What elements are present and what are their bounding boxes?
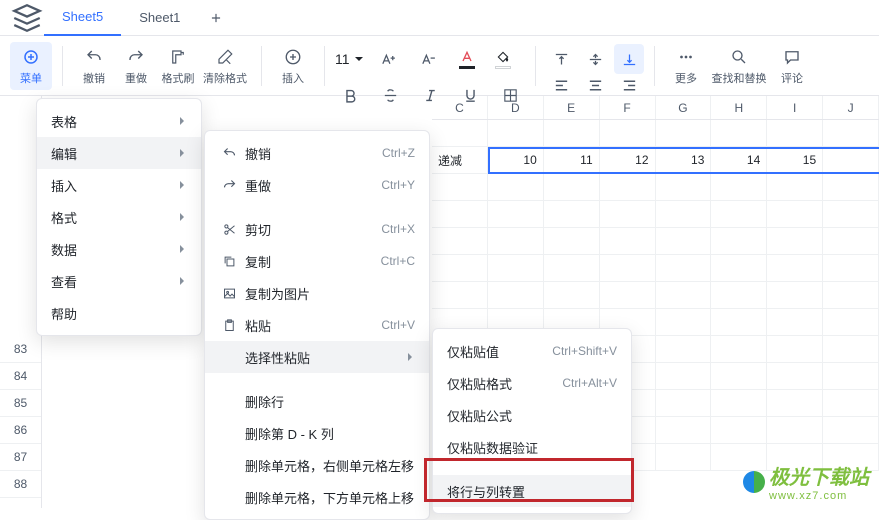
menu-item-format[interactable]: 格式 xyxy=(37,201,201,233)
cell[interactable]: 10 xyxy=(488,147,544,174)
column-headers: C D E F G H I J xyxy=(432,96,879,120)
submenu-cut[interactable]: 剪切Ctrl+X xyxy=(205,213,429,245)
undo-button[interactable]: 撤销 xyxy=(73,42,115,90)
row-header[interactable]: 84 xyxy=(0,363,41,390)
scissors-icon xyxy=(219,222,239,237)
submenu-delete-row[interactable]: 删除行 xyxy=(205,385,429,417)
undo-icon xyxy=(85,46,103,68)
eraser-icon xyxy=(216,46,234,68)
menu-item-view[interactable]: 查看 xyxy=(37,265,201,297)
row-header[interactable]: 85 xyxy=(0,390,41,417)
edit-submenu: 撤销Ctrl+Z 重做Ctrl+Y 剪切Ctrl+X 复制Ctrl+C 复制为图… xyxy=(204,130,430,520)
paste-values[interactable]: 仅粘贴值Ctrl+Shift+V xyxy=(433,335,631,367)
chevron-right-icon xyxy=(177,180,187,190)
comment-button[interactable]: 评论 xyxy=(771,42,813,90)
font-size[interactable]: 11 xyxy=(335,51,364,67)
sheet-tabs: Sheet5 Sheet1 xyxy=(0,0,879,36)
cell[interactable]: 递减 xyxy=(432,147,488,174)
col-header[interactable]: J xyxy=(823,96,879,119)
chevron-right-icon xyxy=(177,116,187,126)
submenu-paste-special[interactable]: 选择性粘贴 xyxy=(205,341,429,373)
submenu-copy[interactable]: 复制Ctrl+C xyxy=(205,245,429,277)
submenu-delete-shift-left[interactable]: 删除单元格，右侧单元格左移 xyxy=(205,449,429,481)
submenu-delete-cols[interactable]: 删除第 D - K 列 xyxy=(205,417,429,449)
align-grid xyxy=(546,44,644,94)
menu-icon xyxy=(22,46,40,68)
col-header[interactable]: C xyxy=(432,96,488,119)
font-size-decrease[interactable] xyxy=(414,44,444,74)
redo-button[interactable]: 重做 xyxy=(115,42,157,90)
chevron-down-icon xyxy=(354,54,364,64)
col-header[interactable]: G xyxy=(656,96,712,119)
col-header[interactable]: H xyxy=(711,96,767,119)
chevron-right-icon xyxy=(177,148,187,158)
cell[interactable]: 13 xyxy=(656,147,712,174)
cell[interactable]: 15 xyxy=(767,147,823,174)
plus-circle-icon xyxy=(284,46,302,68)
tab-sheet5[interactable]: Sheet5 xyxy=(44,0,121,36)
font-size-increase[interactable] xyxy=(374,44,404,74)
row-header[interactable]: 83 xyxy=(0,336,41,363)
row-header[interactable]: 88 xyxy=(0,471,41,498)
col-header[interactable]: D xyxy=(488,96,544,119)
text-color-button[interactable] xyxy=(454,49,480,69)
clear-format-button[interactable]: 清除格式 xyxy=(199,42,251,90)
paste-special-submenu: 仅粘贴值Ctrl+Shift+V 仅粘贴格式Ctrl+Alt+V 仅粘贴公式 仅… xyxy=(432,328,632,514)
logo-icon xyxy=(743,471,765,493)
brush-icon xyxy=(169,46,187,68)
row-header[interactable]: 87 xyxy=(0,444,41,471)
menu-item-data[interactable]: 数据 xyxy=(37,233,201,265)
col-header[interactable]: I xyxy=(767,96,823,119)
chevron-right-icon xyxy=(177,244,187,254)
paste-transpose[interactable]: 将行与列转置 xyxy=(433,475,631,507)
submenu-paste[interactable]: 粘贴Ctrl+V xyxy=(205,309,429,341)
menu-button[interactable]: 菜单 xyxy=(10,42,52,90)
paste-validation[interactable]: 仅粘贴数据验证 xyxy=(433,431,631,463)
menu-item-table[interactable]: 表格 xyxy=(37,105,201,137)
chevron-right-icon xyxy=(177,276,187,286)
submenu-delete-shift-up[interactable]: 删除单元格，下方单元格上移 xyxy=(205,481,429,513)
find-replace-button[interactable]: 查找和替换 xyxy=(707,42,771,90)
redo-icon xyxy=(219,178,239,193)
main-menu: 表格 编辑 插入 格式 数据 查看 帮助 xyxy=(36,98,202,336)
more-button[interactable]: 更多 xyxy=(665,42,707,90)
cell[interactable]: 14 xyxy=(711,147,767,174)
cell[interactable]: 12 xyxy=(600,147,656,174)
dots-icon xyxy=(677,46,695,68)
menu-item-edit[interactable]: 编辑 xyxy=(37,137,201,169)
undo-icon xyxy=(219,146,239,161)
fill-color-button[interactable] xyxy=(490,49,516,69)
tab-sheet1[interactable]: Sheet1 xyxy=(121,0,198,36)
submenu-redo[interactable]: 重做Ctrl+Y xyxy=(205,169,429,201)
chevron-right-icon xyxy=(405,352,415,362)
search-icon xyxy=(730,46,748,68)
comment-icon xyxy=(783,46,801,68)
paste-formula[interactable]: 仅粘贴公式 xyxy=(433,399,631,431)
paste-format[interactable]: 仅粘贴格式Ctrl+Alt+V xyxy=(433,367,631,399)
image-icon xyxy=(219,286,239,301)
submenu-copy-image[interactable]: 复制为图片 xyxy=(205,277,429,309)
watermark: 极光下载站 www.xz7.com xyxy=(743,461,869,502)
chevron-right-icon xyxy=(177,212,187,222)
menu-item-insert[interactable]: 插入 xyxy=(37,169,201,201)
sheets-icon[interactable] xyxy=(10,1,44,35)
format-painter-button[interactable]: 格式刷 xyxy=(157,42,199,90)
redo-icon xyxy=(127,46,145,68)
col-header[interactable]: E xyxy=(544,96,600,119)
row-header[interactable]: 86 xyxy=(0,417,41,444)
fill-color-bar xyxy=(495,66,511,69)
toolbar: 菜单 撤销 重做 格式刷 清除格式 插入 11 xyxy=(0,36,879,96)
submenu-undo[interactable]: 撤销Ctrl+Z xyxy=(205,137,429,169)
clipboard-icon xyxy=(219,318,239,333)
add-sheet-button[interactable] xyxy=(198,11,234,25)
insert-button[interactable]: 插入 xyxy=(272,42,314,90)
col-header[interactable]: F xyxy=(600,96,656,119)
copy-icon xyxy=(219,254,239,269)
cell[interactable]: 11 xyxy=(544,147,600,174)
text-color-bar xyxy=(459,66,475,69)
menu-item-help[interactable]: 帮助 xyxy=(37,297,201,329)
